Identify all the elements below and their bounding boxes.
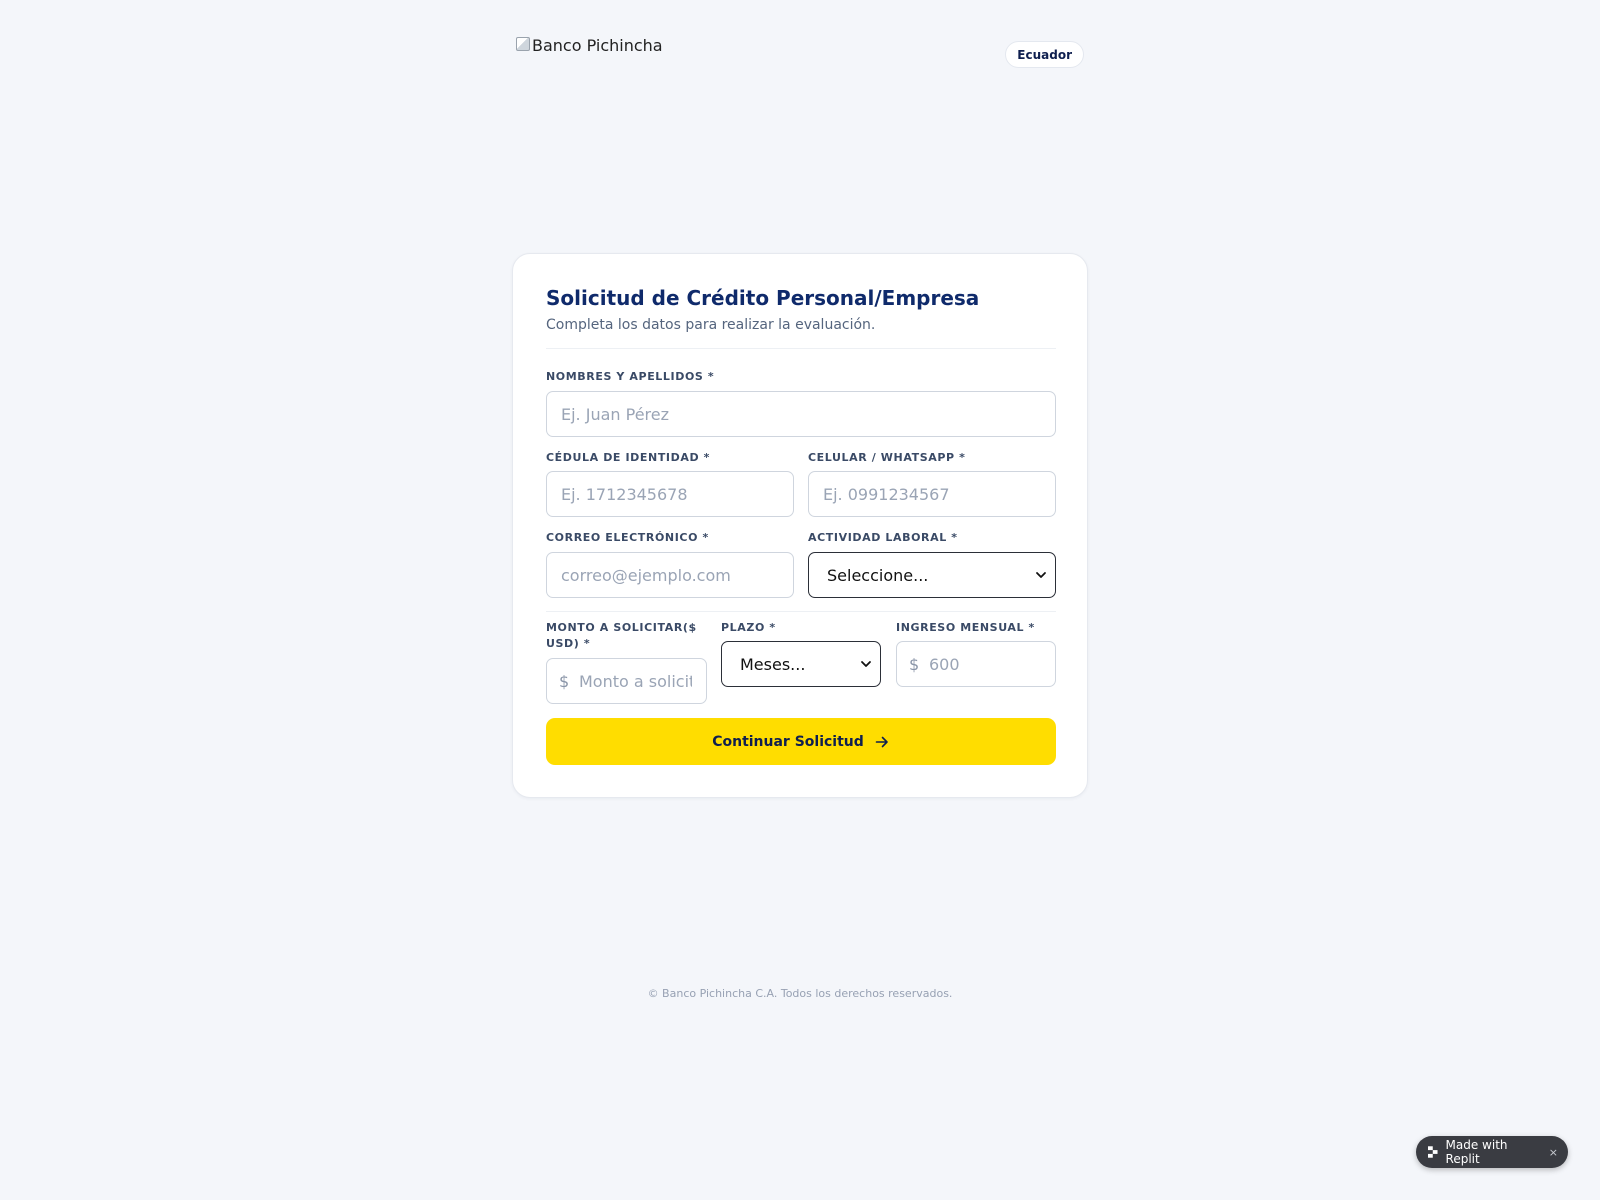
form-subtitle: Completa los datos para realizar la eval… <box>546 317 876 333</box>
arrow-right-icon <box>875 736 888 747</box>
plazo-selected: Meses... <box>740 654 806 674</box>
bank-logo-alt-text: Banco Pichincha <box>532 36 663 55</box>
credit-application-card: Solicitud de Crédito Personal/Empresa Co… <box>512 253 1088 798</box>
nombres-label: NOMBRES Y APELLIDOS * <box>546 370 715 383</box>
chevron-down-icon <box>861 661 871 667</box>
celular-input[interactable] <box>809 472 1055 516</box>
header-divider <box>546 348 1056 349</box>
monto-label-line2: USD) * <box>546 637 591 650</box>
copyright-footer: © Banco Pichincha C.A. Todos los derecho… <box>647 987 953 1000</box>
replit-logo-icon <box>1428 1146 1438 1158</box>
header: Banco Pichincha Ecuador <box>516 36 1084 72</box>
close-icon[interactable]: × <box>1549 1146 1558 1159</box>
made-with-replit-badge[interactable]: Made with Replit × <box>1416 1136 1568 1168</box>
chevron-down-icon <box>1036 572 1046 578</box>
correo-field <box>546 552 794 598</box>
form-title: Solicitud de Crédito Personal/Empresa <box>546 286 980 310</box>
bank-logo[interactable]: Banco Pichincha <box>516 36 663 55</box>
cedula-field <box>546 471 794 517</box>
ingreso-input[interactable] <box>897 642 1055 686</box>
country-badge[interactable]: Ecuador <box>1005 41 1084 68</box>
actividad-selected: Seleccione... <box>827 565 929 585</box>
continue-button-label: Continuar Solicitud <box>712 733 864 750</box>
broken-image-icon <box>516 37 530 51</box>
monto-input[interactable] <box>547 659 706 703</box>
monto-field: $ <box>546 658 707 704</box>
monto-label: MONTO A SOLICITAR($ USD) * <box>546 620 706 652</box>
celular-label: CELULAR / WHATSAPP * <box>808 451 966 464</box>
correo-input[interactable] <box>547 553 793 597</box>
actividad-label: ACTIVIDAD LABORAL * <box>808 531 958 544</box>
actividad-select[interactable]: Seleccione... <box>808 552 1056 598</box>
correo-label: CORREO ELECTRÓNICO * <box>546 531 709 544</box>
section-divider <box>546 611 1056 612</box>
nombres-field <box>546 391 1056 437</box>
continue-application-button[interactable]: Continuar Solicitud <box>546 718 1056 765</box>
replit-badge-label: Made with Replit <box>1445 1138 1508 1166</box>
page: Banco Pichincha Ecuador Solicitud de Cré… <box>0 0 1600 1200</box>
monto-label-line1: MONTO A SOLICITAR($ <box>546 621 697 634</box>
plazo-select[interactable]: Meses... <box>721 641 881 687</box>
celular-field <box>808 471 1056 517</box>
plazo-label: PLAZO * <box>721 621 776 634</box>
cedula-input[interactable] <box>547 472 793 516</box>
nombres-input[interactable] <box>547 392 1055 436</box>
cedula-label: CÉDULA DE IDENTIDAD * <box>546 451 710 464</box>
ingreso-field: $ <box>896 641 1056 687</box>
ingreso-label: INGRESO MENSUAL * <box>896 621 1035 634</box>
